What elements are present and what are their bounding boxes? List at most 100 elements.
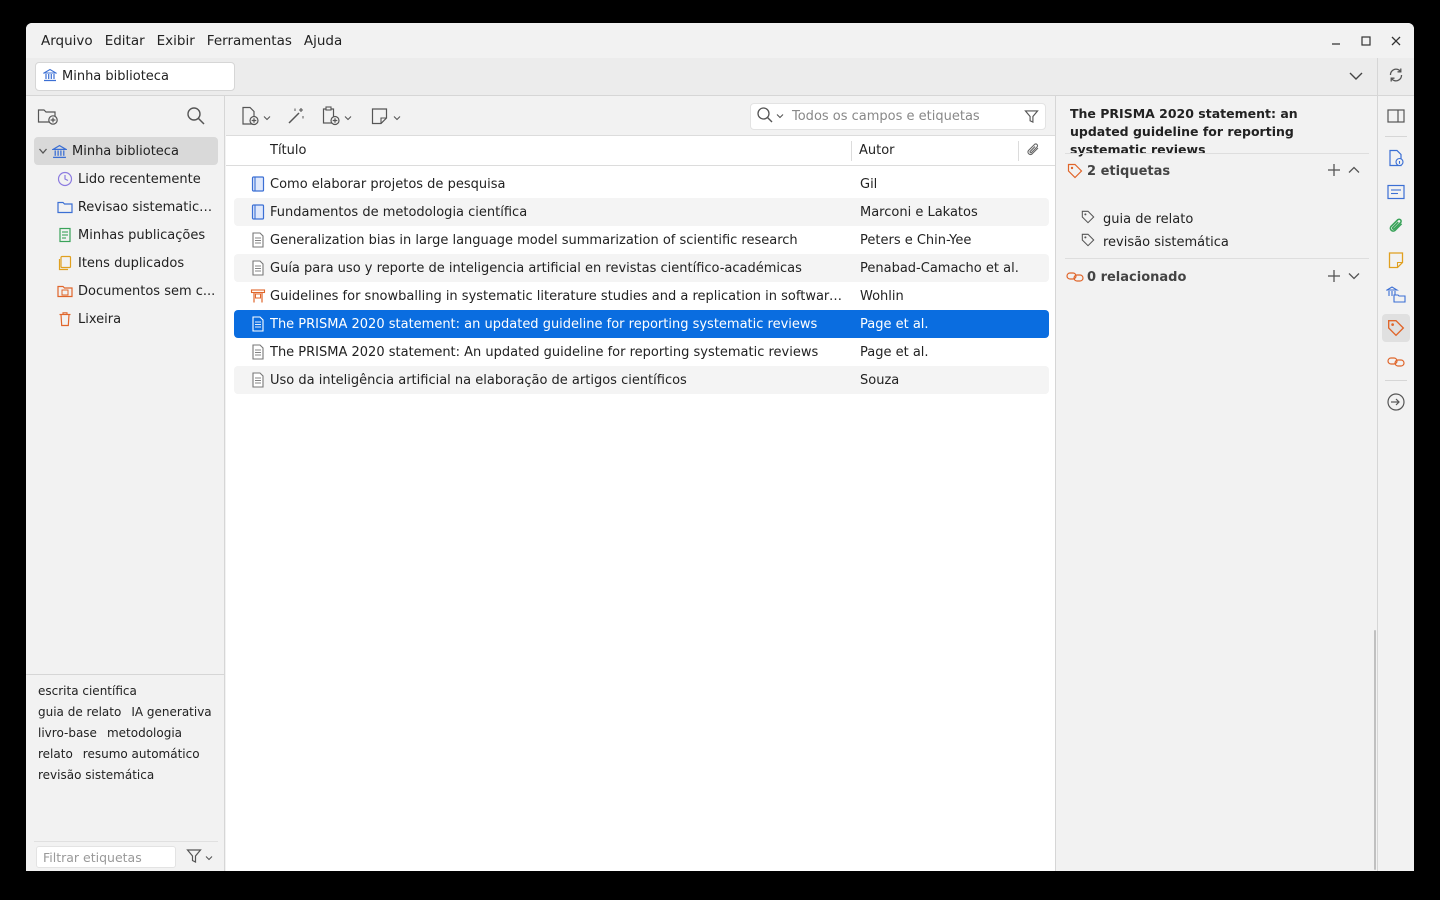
clock-icon — [56, 170, 74, 188]
column-divider[interactable] — [1018, 141, 1019, 161]
sync-button[interactable] — [1377, 58, 1414, 96]
menu-bar: Arquivo Editar Exibir Ferramentas Ajuda — [26, 23, 1414, 58]
table-row[interactable]: Como elaborar projetos de pesquisa Gil — [234, 170, 1049, 198]
tag-chip[interactable]: relato — [38, 746, 73, 762]
tags-section-header[interactable]: 2 etiquetas — [1065, 159, 1369, 183]
item-tag-row[interactable]: revisão sistemática — [1081, 231, 1229, 253]
add-related-icon[interactable] — [1327, 269, 1341, 287]
collection-lido-recentemente[interactable]: Lido recentemente — [34, 165, 218, 193]
tag-actions-button[interactable] — [186, 848, 213, 868]
attachment-add-icon — [321, 106, 341, 130]
table-row[interactable]: Uso da inteligência artificial na elabor… — [234, 366, 1049, 394]
collection-lixeira[interactable]: Lixeira — [34, 305, 218, 333]
table-row[interactable]: The PRISMA 2020 statement: An updated gu… — [234, 338, 1049, 366]
tag-cloud: escrita científica guia de relato IA gen… — [26, 675, 225, 783]
table-row[interactable]: Guía para uso y reporte de inteligencia … — [234, 254, 1049, 282]
tag-chip[interactable]: livro-base — [38, 725, 97, 741]
collection-minha-biblioteca[interactable]: Minha biblioteca — [34, 137, 218, 165]
item-author: Page et al. — [860, 344, 929, 360]
table-row[interactable]: Guidelines for snowballing in systematic… — [234, 282, 1049, 310]
tags-section-icon[interactable] — [1382, 314, 1410, 342]
chevron-down-icon[interactable] — [36, 146, 50, 156]
tags-count-label: 2 etiquetas — [1087, 163, 1171, 179]
chevron-up-icon[interactable] — [1347, 163, 1361, 181]
item-title: Como elaborar projetos de pesquisa — [270, 176, 506, 192]
tag-icon — [1081, 210, 1095, 228]
scrollbar[interactable] — [1374, 630, 1376, 870]
journal-article-icon — [250, 260, 266, 276]
libraries-collections-icon[interactable] — [1386, 284, 1406, 304]
collection-label: Minhas publicações — [78, 227, 206, 243]
table-row[interactable]: Generalization bias in large language mo… — [234, 226, 1049, 254]
menu-ferramentas[interactable]: Ferramentas — [201, 33, 298, 49]
paperclip-icon[interactable] — [1025, 142, 1041, 162]
item-title: Generalization bias in large language mo… — [270, 232, 798, 248]
maximize-icon[interactable] — [1358, 33, 1374, 49]
search-icon[interactable] — [186, 106, 206, 130]
library-icon — [50, 142, 68, 160]
item-pane-sidenav — [1377, 96, 1414, 871]
items-list: Como elaborar projetos de pesquisa Gil F… — [234, 170, 1049, 394]
filter-icon[interactable] — [1024, 109, 1039, 128]
table-row[interactable]: The PRISMA 2020 statement: an updated gu… — [234, 310, 1049, 338]
note-icon — [370, 106, 390, 130]
filter-icon — [186, 848, 202, 868]
attachments-section-icon[interactable] — [1386, 216, 1406, 236]
item-tag-label: guia de relato — [1103, 211, 1194, 227]
journal-article-icon — [250, 344, 266, 360]
conference-paper-icon — [250, 288, 266, 304]
chevron-down-icon — [776, 109, 784, 124]
search-input[interactable]: Todos os campos e etiquetas — [750, 103, 1046, 130]
tag-chip[interactable]: revisão sistemática — [38, 767, 154, 783]
column-divider[interactable] — [851, 141, 852, 161]
collection-itens-duplicados[interactable]: Itens duplicados — [34, 249, 218, 277]
tag-chip[interactable]: metodologia — [107, 725, 182, 741]
chevron-down-icon[interactable] — [1347, 269, 1361, 287]
menu-exibir[interactable]: Exibir — [151, 33, 201, 49]
collection-revisao-sistematica[interactable]: Revisao sistematica... — [34, 193, 218, 221]
collection-documentos-sem-colecao[interactable]: Documentos sem c... — [34, 277, 218, 305]
notes-section-icon[interactable] — [1386, 250, 1406, 270]
collection-label: Revisao sistematica... — [77, 199, 218, 215]
abstract-section-icon[interactable] — [1386, 182, 1406, 202]
new-collection-icon[interactable] — [37, 106, 59, 130]
add-attachment-button[interactable] — [321, 106, 352, 130]
menu-arquivo[interactable]: Arquivo — [35, 33, 99, 49]
tag-filter-bar: Filtrar etiquetas — [34, 841, 218, 868]
tag-filter-input[interactable]: Filtrar etiquetas — [36, 846, 176, 868]
tag-chip[interactable]: guia de relato — [38, 704, 121, 720]
new-note-button[interactable] — [370, 106, 401, 130]
related-section-icon[interactable] — [1386, 352, 1406, 372]
column-header-title[interactable]: Título — [270, 143, 306, 158]
locate-icon[interactable] — [1386, 392, 1406, 412]
tag-chip[interactable]: IA generativa — [131, 704, 211, 720]
tag-chip[interactable]: escrita científica — [38, 683, 137, 699]
item-pane: The PRISMA 2020 statement: an updated gu… — [1057, 96, 1377, 871]
tab-bar: Minha biblioteca — [26, 58, 1377, 96]
search-mode-button[interactable] — [756, 106, 784, 128]
menu-editar[interactable]: Editar — [99, 33, 151, 49]
add-tag-icon[interactable] — [1327, 163, 1341, 181]
item-tag-label: revisão sistemática — [1103, 234, 1229, 250]
chevron-down-icon[interactable] — [1347, 67, 1365, 85]
related-section-header[interactable]: 0 relacionado — [1065, 265, 1369, 289]
column-header-author[interactable]: Autor — [859, 143, 895, 158]
column-headers: Título Autor — [226, 136, 1055, 166]
close-icon[interactable] — [1388, 33, 1404, 49]
tab-library[interactable]: Minha biblioteca — [35, 62, 235, 91]
tag-chip[interactable]: resumo automático — [83, 746, 200, 762]
item-tag-row[interactable]: guia de relato — [1081, 208, 1193, 230]
minimize-icon[interactable] — [1328, 33, 1344, 49]
magic-wand-icon — [286, 106, 306, 130]
collection-minhas-publicacoes[interactable]: Minhas publicações — [34, 221, 218, 249]
new-item-button[interactable] — [240, 106, 271, 130]
menu-ajuda[interactable]: Ajuda — [298, 33, 348, 49]
add-by-identifier-button[interactable] — [286, 106, 306, 130]
toggle-pane-icon[interactable] — [1386, 106, 1406, 126]
item-author: Peters e Chin-Yee — [860, 232, 972, 248]
new-item-icon — [240, 106, 260, 130]
info-section-icon[interactable] — [1386, 148, 1406, 168]
tag-selector: escrita científica guia de relato IA gen… — [26, 674, 225, 871]
table-row[interactable]: Fundamentos de metodologia científica Ma… — [234, 198, 1049, 226]
collection-tree: Minha biblioteca Lido recentemente Revis… — [34, 137, 218, 333]
